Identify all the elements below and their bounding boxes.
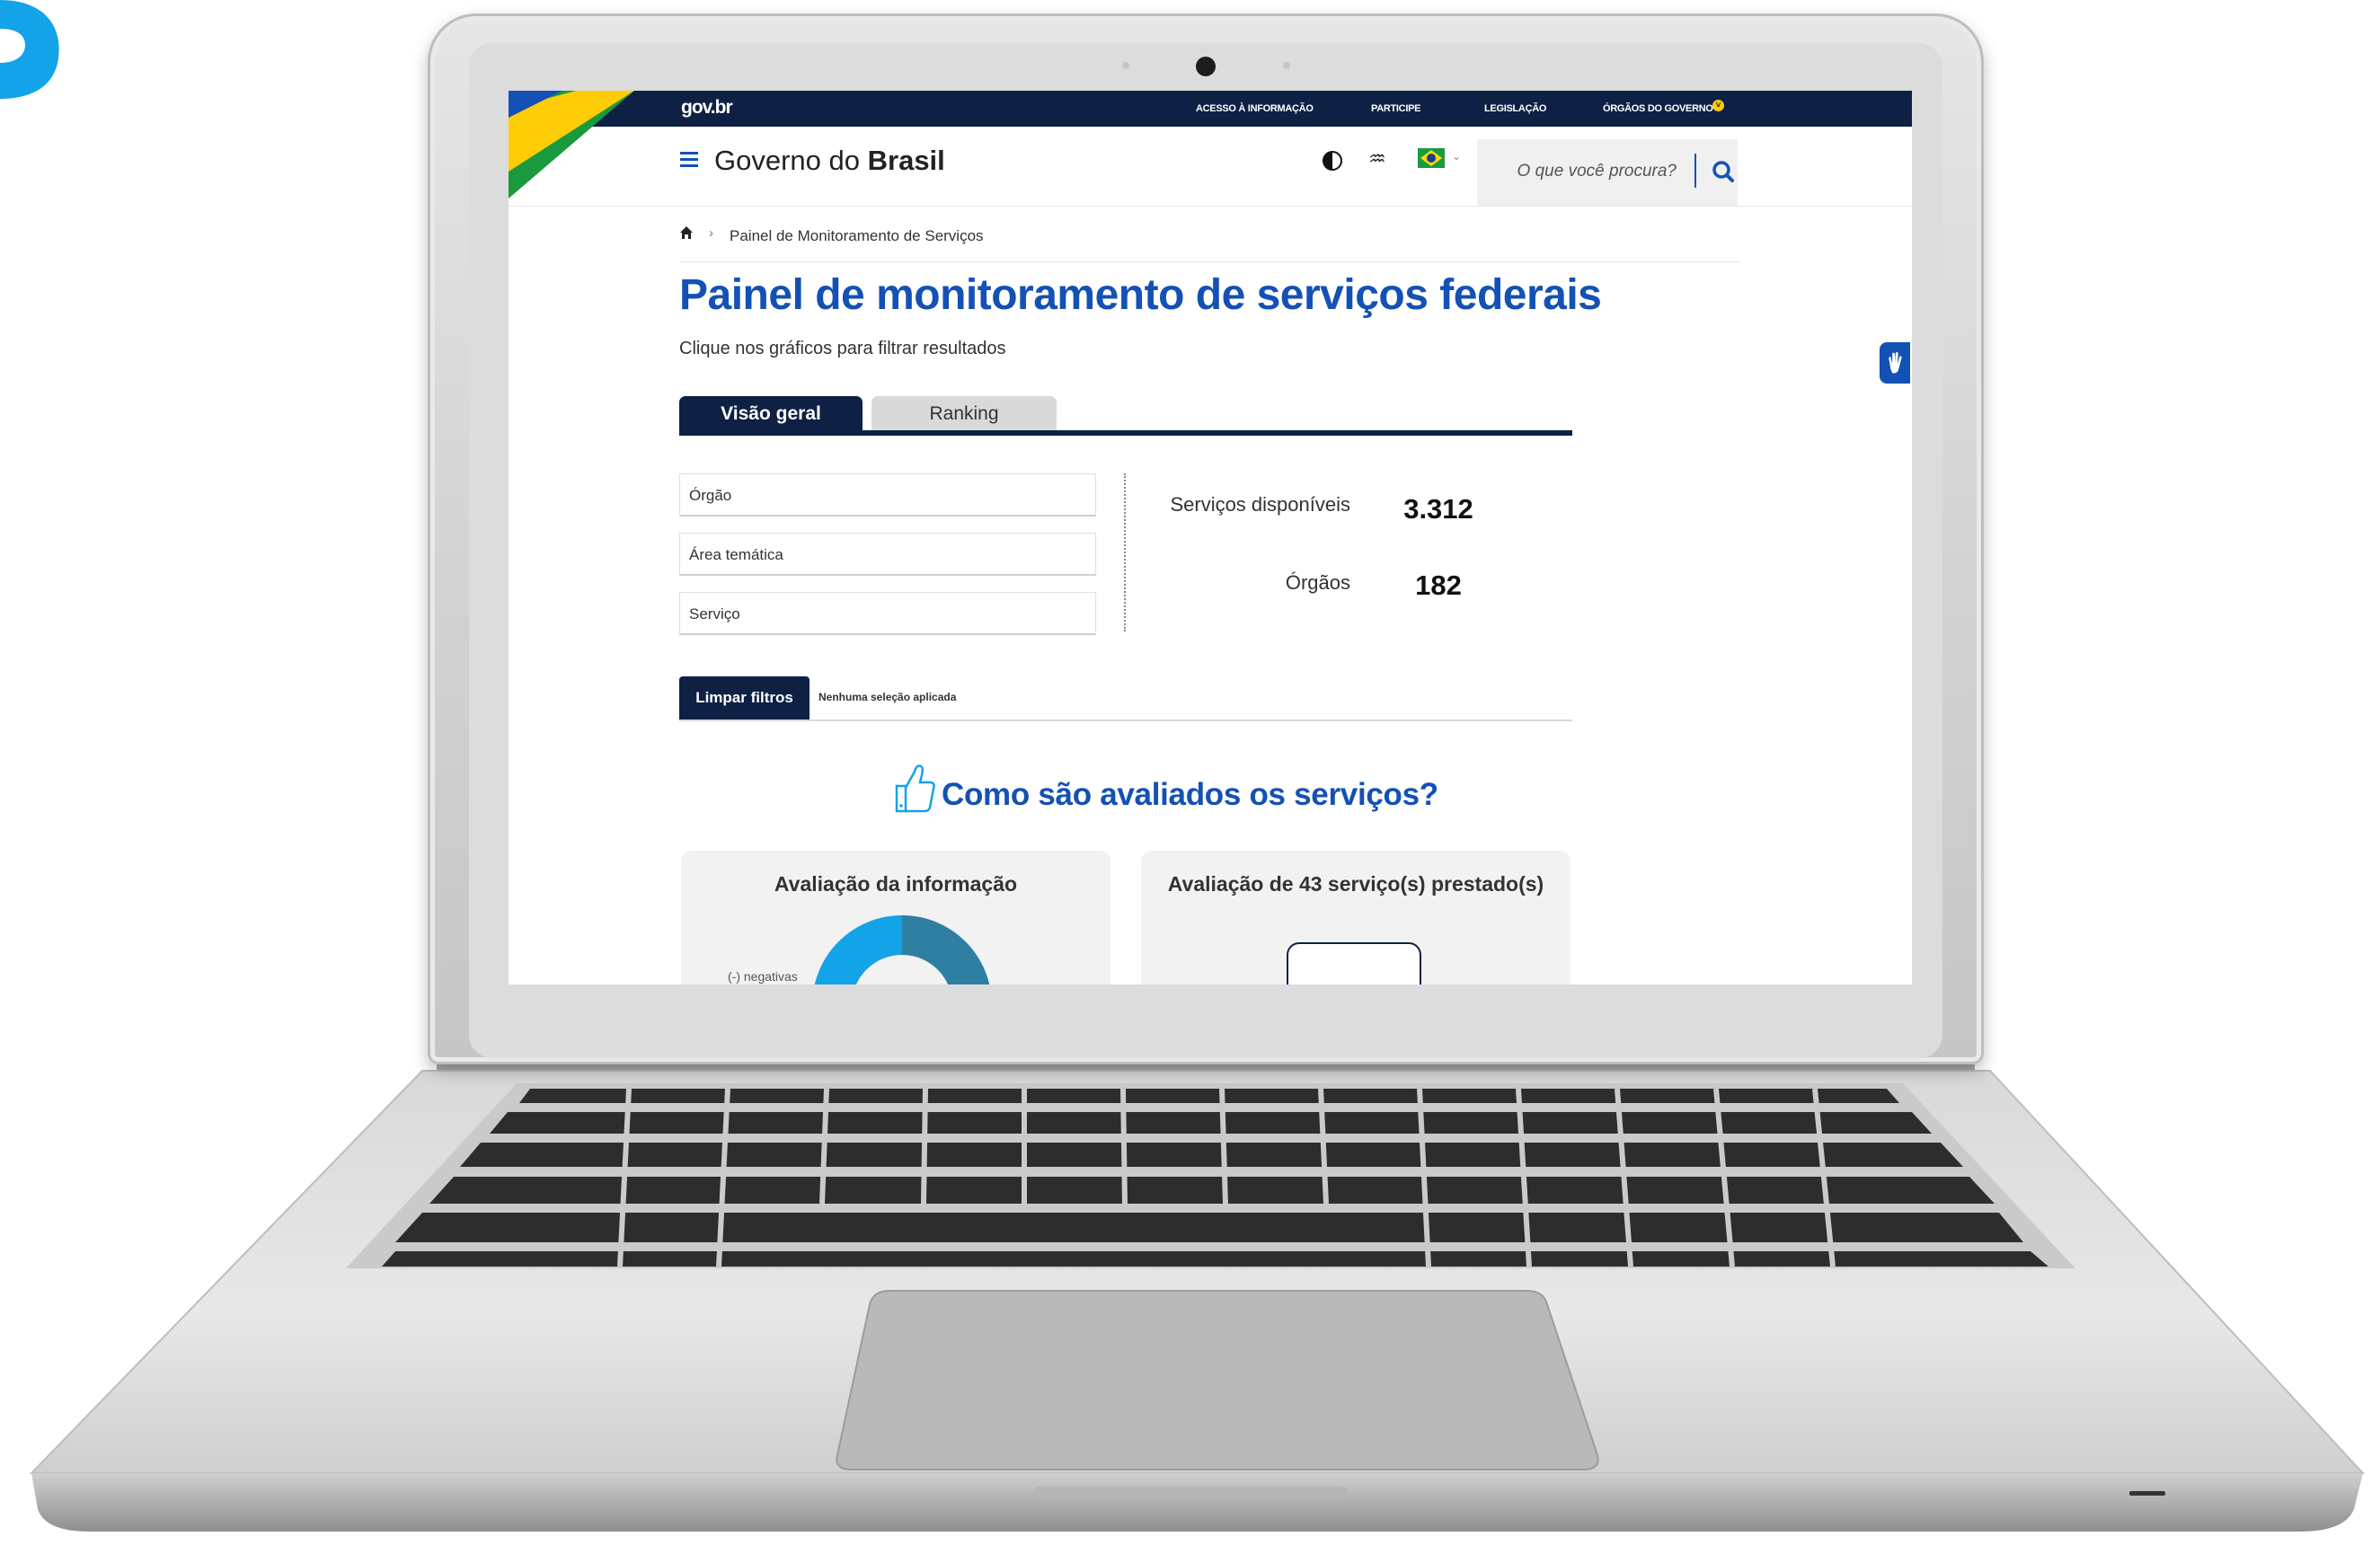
service-score-box [1287, 942, 1421, 984]
stat-orgaos-value: 182 [1415, 569, 1462, 601]
contrast-icon[interactable] [1323, 151, 1342, 171]
sensor-dot [1283, 62, 1290, 69]
search-input[interactable] [1497, 155, 1677, 188]
site-title-bold: Brasil [867, 145, 945, 176]
tab-visao-geral[interactable]: Visão geral [679, 396, 863, 432]
section-title: Como são avaliados os serviços? [942, 777, 1438, 812]
card-info-title: Avaliação da informação [774, 872, 1018, 896]
breadcrumb-current: Painel de Monitoramento de Serviços [730, 227, 984, 244]
filter-servico-select[interactable]: Serviço [679, 592, 1096, 635]
govbr-logo[interactable]: gov.br [681, 97, 733, 119]
limpar-filtros-button[interactable]: Limpar filtros [679, 676, 810, 720]
breadcrumb-separator-icon: › [709, 225, 713, 241]
donut-negative-label: (-) negativas [728, 969, 798, 984]
card-prestado-title: Avaliação de 43 serviço(s) prestado(s) [1167, 872, 1544, 896]
hand-icon [1889, 351, 1902, 374]
chevron-down-icon[interactable]: ˅ [1712, 100, 1724, 111]
stat-orgaos-label: Órgãos [1285, 571, 1350, 594]
menu-icon[interactable] [680, 152, 698, 171]
libras-accessibility-button[interactable] [1878, 340, 1912, 385]
stat-servicos-label: Serviços disponíveis [1170, 493, 1350, 516]
thumbs-up-icon [895, 764, 935, 813]
site-title-prefix: Governo do [714, 145, 860, 176]
avaliacao-donut-chart[interactable] [812, 915, 992, 984]
filter-area-tematica-select[interactable]: Área temática [679, 533, 1096, 576]
filter-divider [679, 720, 1572, 721]
laptop-screen: gov.br ACESSO À INFORMAÇÃO PARTICIPE LEG… [509, 91, 1912, 984]
filter-status-text: Nenhuma seleção aplicada [818, 691, 957, 703]
topbar-link-participe[interactable]: PARTICIPE [1371, 103, 1420, 114]
search-icon[interactable] [1705, 154, 1741, 190]
home-icon[interactable] [679, 225, 694, 240]
hearing-icon[interactable]: ♒ [1368, 147, 1386, 171]
brazil-flag-icon[interactable] [1418, 148, 1445, 168]
filter-orgao-select[interactable]: Órgão [679, 473, 1096, 516]
chevron-down-icon[interactable]: ⌄ [1452, 150, 1461, 163]
tab-underline [679, 430, 1572, 436]
page-title: Painel de monitoramento de serviços fede… [679, 271, 1602, 319]
site-title[interactable]: Governo do Brasil [714, 145, 945, 177]
page-subtitle: Clique nos gráficos para filtrar resulta… [679, 339, 1006, 358]
breadcrumb-divider [679, 261, 1739, 262]
stat-servicos-value: 3.312 [1403, 493, 1473, 525]
topbar-link-orgaos[interactable]: ÓRGÃOS DO GOVERNO [1603, 103, 1713, 114]
brazil-flag-stripe [509, 91, 634, 199]
webcam [1196, 57, 1216, 76]
tab-ranking[interactable]: Ranking [871, 396, 1057, 432]
topbar-link-acesso[interactable]: ACESSO À INFORMAÇÃO [1196, 103, 1314, 114]
search-divider [1694, 154, 1696, 188]
topbar-link-legislacao[interactable]: LEGISLAÇÃO [1484, 103, 1546, 114]
sensor-dot [1122, 62, 1129, 69]
